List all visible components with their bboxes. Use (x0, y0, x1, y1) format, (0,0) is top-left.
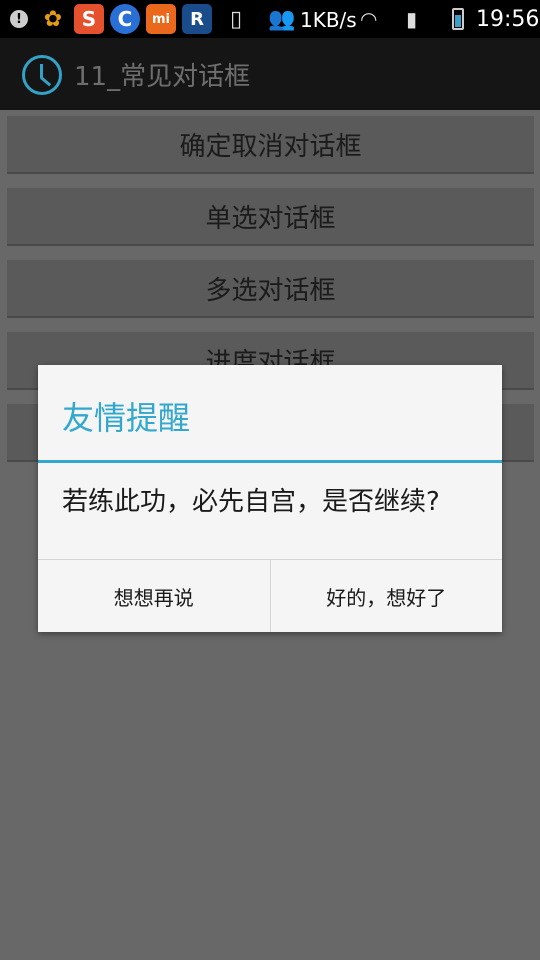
clock-time: 19:56 (476, 6, 540, 32)
dialog-title: 友情提醒 (62, 399, 191, 437)
sim-icon: ▮ (406, 7, 418, 31)
single-choice-dialog-button[interactable]: 单选对话框 (7, 188, 534, 246)
multi-choice-dialog-button[interactable]: 多选对话框 (7, 260, 534, 318)
status-bar: ! ✿ S C mi R ▯ 👥 1KB/s ◠ ▮ 19:56 (0, 0, 540, 38)
page-title: 11_常见对话框 (74, 62, 251, 92)
network-speed: 1KB/s (300, 8, 357, 32)
browser-icon: C (110, 4, 140, 34)
confirm-cancel-dialog-button[interactable]: 确定取消对话框 (7, 116, 534, 174)
contacts-icon: 👥 (268, 6, 296, 32)
wifi-icon: ◠ (360, 7, 378, 31)
dialog-negative-button[interactable]: 想想再说 (38, 560, 271, 632)
sogou-icon: S (74, 4, 104, 34)
dialog-title-divider (38, 460, 502, 463)
mi-icon: mi (146, 4, 176, 34)
vibrate-icon: ▯ (230, 6, 243, 32)
dialog-button-bar: 想想再说 好的，想好了 (38, 559, 502, 632)
alert-dialog: 友情提醒 若练此功，必先自宫，是否继续? 想想再说 好的，想好了 (38, 365, 502, 632)
clock-icon[interactable] (22, 55, 62, 95)
dialog-positive-button[interactable]: 好的，想好了 (271, 560, 503, 632)
action-bar: 11_常见对话框 (0, 38, 540, 110)
notification-icon: ! (6, 5, 32, 33)
battery-icon (452, 5, 464, 33)
dialog-message: 若练此功，必先自宫，是否继续? (62, 487, 440, 517)
r-app-icon: R (182, 4, 212, 34)
uc-browser-icon: ✿ (43, 6, 63, 32)
